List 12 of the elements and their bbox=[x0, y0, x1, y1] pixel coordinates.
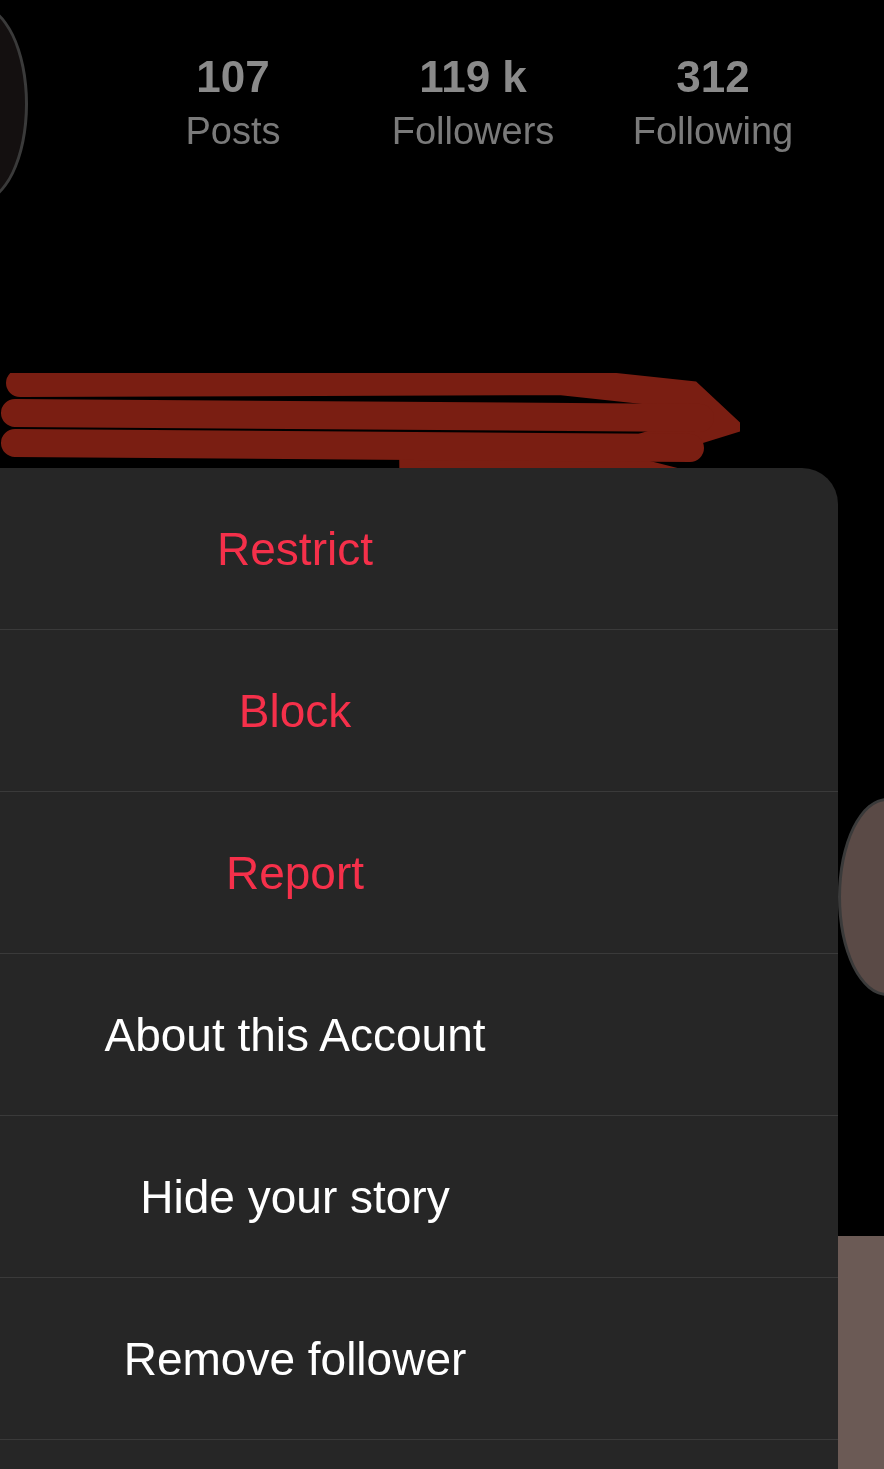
stat-label: Followers bbox=[391, 109, 555, 154]
stat-label: Following bbox=[632, 109, 794, 154]
menu-option[interactable]: Block bbox=[238, 683, 352, 738]
menu-option[interactable]: Report bbox=[225, 845, 365, 900]
menu-option[interactable]: Hide your story bbox=[140, 1169, 450, 1224]
stat-count: 312 bbox=[676, 51, 750, 103]
stat-count: 119 k bbox=[419, 51, 527, 103]
menu-option[interactable]: About this Account bbox=[104, 1007, 486, 1062]
menu-option[interactable]: Remove follower bbox=[123, 1331, 467, 1386]
menu-option[interactable]: Restrict bbox=[217, 521, 373, 576]
stat-count: 107 bbox=[196, 51, 270, 103]
stat-label: Posts bbox=[185, 109, 281, 154]
